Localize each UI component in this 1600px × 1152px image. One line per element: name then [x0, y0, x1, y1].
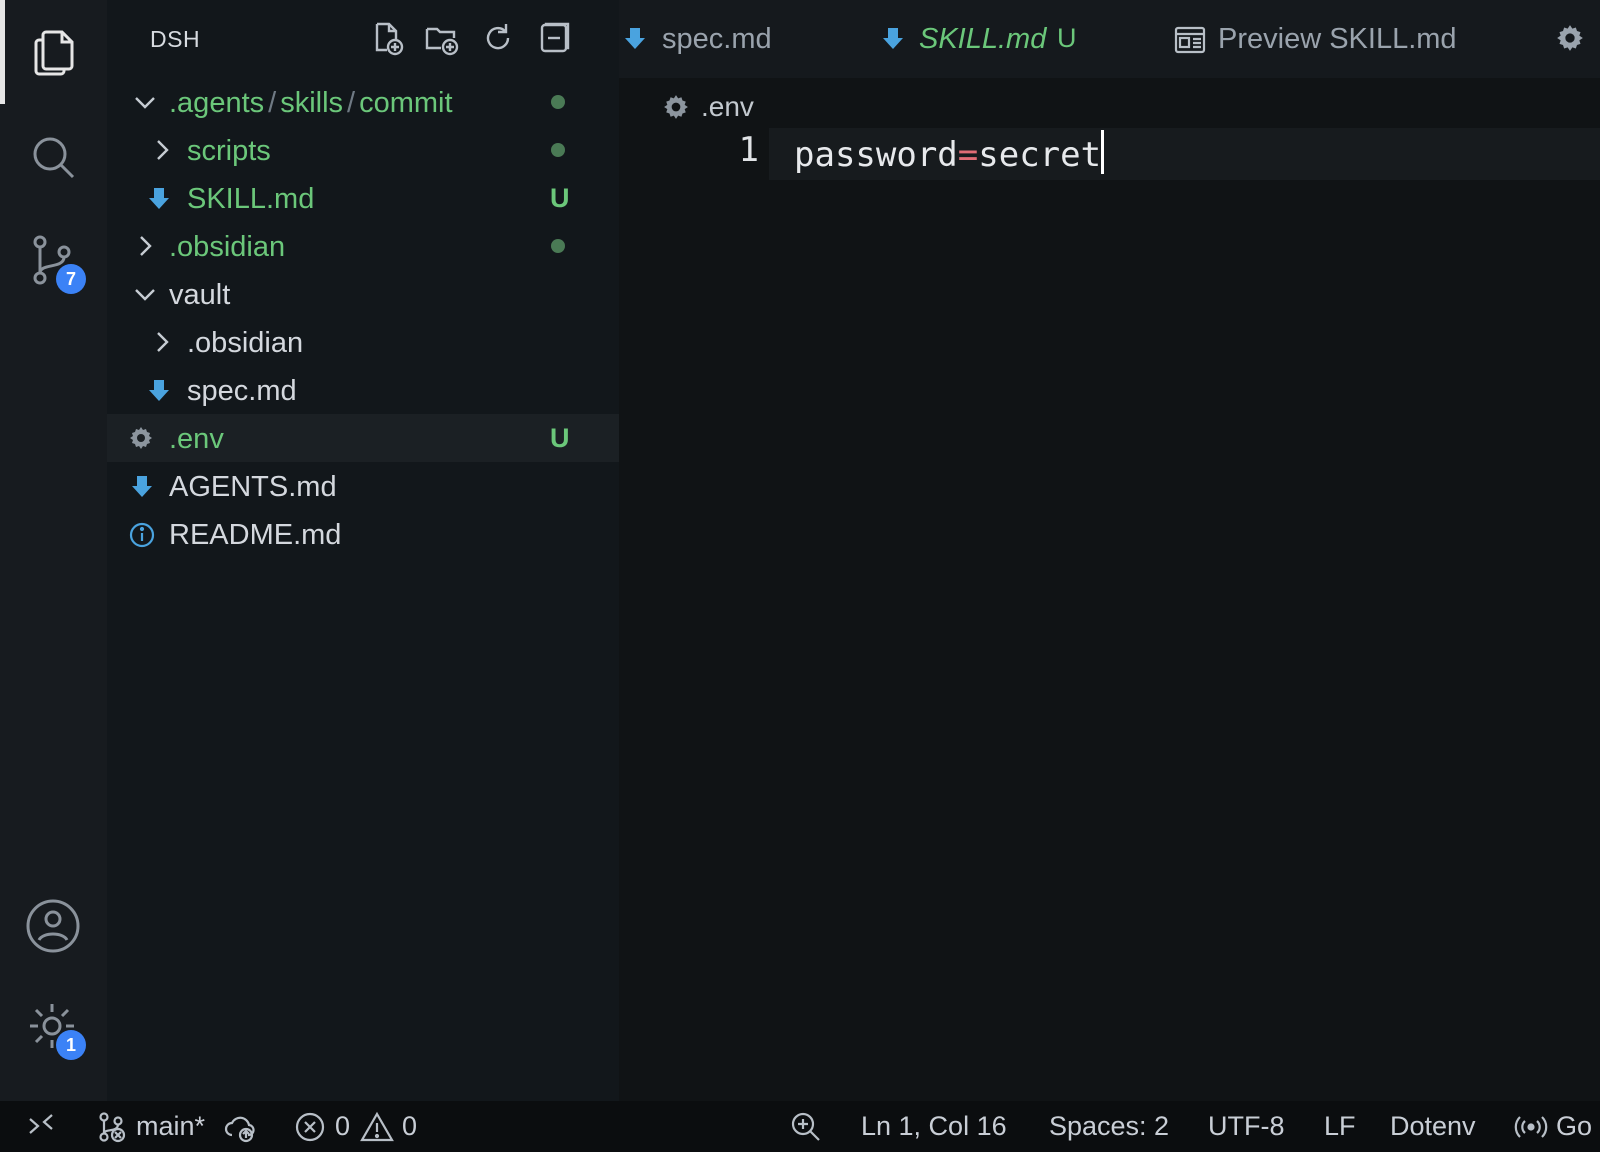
path-part: .agents: [169, 87, 265, 119]
gear-file-icon: [129, 426, 153, 450]
path-separator: /: [347, 87, 356, 119]
tab-skill-md[interactable]: SKILL.md U: [869, 0, 1119, 78]
chevron-right-icon: [150, 330, 174, 354]
warning-count[interactable]: 0: [402, 1111, 417, 1142]
error-count[interactable]: 0: [335, 1111, 350, 1142]
gear-file-icon: [663, 94, 689, 120]
env-key: password: [794, 135, 958, 175]
tab-bar: spec.md SKILL.md U Preview SKILL.md: [619, 0, 1600, 78]
tree-path: .agents / skills / commit: [169, 87, 453, 120]
info-icon: [129, 522, 155, 548]
gear-icon: [1556, 24, 1588, 56]
collapse-all-icon[interactable]: [536, 20, 572, 56]
remote-icon[interactable]: [26, 1111, 58, 1143]
explorer-icon[interactable]: [26, 24, 82, 80]
go-live[interactable]: Go: [1556, 1111, 1592, 1142]
tree-item-label: vault: [169, 279, 231, 311]
env-value: secret: [978, 135, 1102, 175]
breadcrumb-file: .env: [701, 91, 754, 122]
tree-folder-vault[interactable]: vault: [107, 270, 619, 318]
tab-preview-skill-md[interactable]: Preview SKILL.md: [1174, 0, 1504, 78]
tree-file-agents-md[interactable]: AGENTS.md: [107, 462, 619, 510]
modified-dot: [551, 239, 565, 253]
markdown-icon: [623, 26, 655, 58]
path-separator: /: [268, 87, 277, 119]
active-indicator: [0, 0, 5, 104]
branch-name[interactable]: main*: [136, 1111, 205, 1142]
tab-label: spec.md: [662, 23, 772, 55]
tree-item-label: .obsidian: [169, 231, 286, 263]
indentation[interactable]: Spaces: 2: [1049, 1111, 1169, 1142]
error-icon[interactable]: [294, 1111, 326, 1143]
chevron-right-icon: [150, 138, 174, 162]
explorer-sidebar: DSH .agents / skills / commit scripts SK…: [107, 0, 619, 1101]
tree-folder-obsidian[interactable]: .obsidian: [107, 222, 619, 270]
chevron-down-icon: [133, 90, 157, 114]
path-part: skills: [280, 87, 344, 119]
tree-file-skill-md[interactable]: SKILL.md U: [107, 174, 619, 222]
tree-item-label: AGENTS.md: [169, 471, 337, 503]
settings-badge: 1: [56, 1030, 86, 1060]
markdown-icon: [147, 186, 171, 210]
tab-status: U: [1057, 23, 1077, 53]
modified-dot: [551, 143, 565, 157]
status-bar: main* 0 0 Ln 1, Col 16 Spaces: 2 UTF-8 L…: [0, 1101, 1600, 1152]
preview-icon: [1174, 24, 1206, 56]
explorer-header: DSH: [107, 0, 619, 78]
markdown-icon: [881, 26, 913, 58]
tree-item-label: README.md: [169, 519, 342, 551]
cursor-position[interactable]: Ln 1, Col 16: [861, 1111, 1007, 1142]
zoom-icon[interactable]: [790, 1111, 822, 1143]
language-mode[interactable]: Dotenv: [1390, 1111, 1476, 1142]
tree-file-readme-md[interactable]: README.md: [107, 510, 619, 558]
tree-folder-agents-skills-commit[interactable]: .agents / skills / commit: [107, 78, 619, 126]
account-icon[interactable]: [26, 898, 82, 954]
new-file-icon[interactable]: [369, 20, 405, 56]
tree-folder-vault-obsidian[interactable]: .obsidian: [107, 318, 619, 366]
source-control-badge: 7: [56, 264, 86, 294]
untracked-status: U: [550, 183, 570, 213]
cloud-upload-icon[interactable]: [224, 1111, 256, 1143]
tree-item-label: .obsidian: [187, 327, 304, 359]
path-part: commit: [359, 87, 453, 119]
broadcast-icon[interactable]: [1514, 1111, 1548, 1143]
code-line[interactable]: password=secret: [794, 130, 1105, 175]
activity-bar: 7 1: [0, 0, 107, 1101]
text-cursor: [1101, 130, 1105, 174]
new-folder-icon[interactable]: [424, 20, 460, 56]
line-number: 1: [738, 130, 759, 170]
chevron-right-icon: [133, 234, 157, 258]
modified-dot: [551, 95, 565, 109]
tree-folder-scripts[interactable]: scripts: [107, 126, 619, 174]
markdown-icon: [130, 474, 154, 498]
tab-spec-md[interactable]: spec.md: [619, 0, 859, 78]
editor-actions-gear[interactable]: [1554, 0, 1594, 78]
settings-gear-icon[interactable]: 1: [26, 1000, 86, 1060]
untracked-status: U: [550, 423, 570, 453]
source-control-icon[interactable]: 7: [26, 232, 86, 294]
line-ending[interactable]: LF: [1324, 1111, 1356, 1142]
markdown-icon: [147, 378, 171, 402]
refresh-icon[interactable]: [480, 20, 516, 56]
editor-pane[interactable]: .env 1 password=secret: [619, 78, 1600, 1101]
tree-file-spec-md[interactable]: spec.md: [107, 366, 619, 414]
tab-label: Preview SKILL.md: [1218, 23, 1457, 55]
tree-item-label: SKILL.md: [187, 183, 315, 215]
warning-icon[interactable]: [360, 1111, 394, 1143]
tab-label: SKILL.md: [919, 23, 1047, 55]
git-branch-icon[interactable]: [96, 1111, 128, 1143]
tree-item-label: .env: [169, 423, 224, 455]
tree-item-label: scripts: [187, 135, 271, 167]
tree-file-env[interactable]: .env U: [107, 414, 619, 462]
chevron-down-icon: [133, 282, 157, 306]
encoding[interactable]: UTF-8: [1208, 1111, 1285, 1142]
explorer-title: DSH: [150, 26, 201, 52]
tree-item-label: spec.md: [187, 375, 297, 407]
search-icon[interactable]: [26, 130, 82, 186]
env-operator: =: [957, 135, 979, 175]
